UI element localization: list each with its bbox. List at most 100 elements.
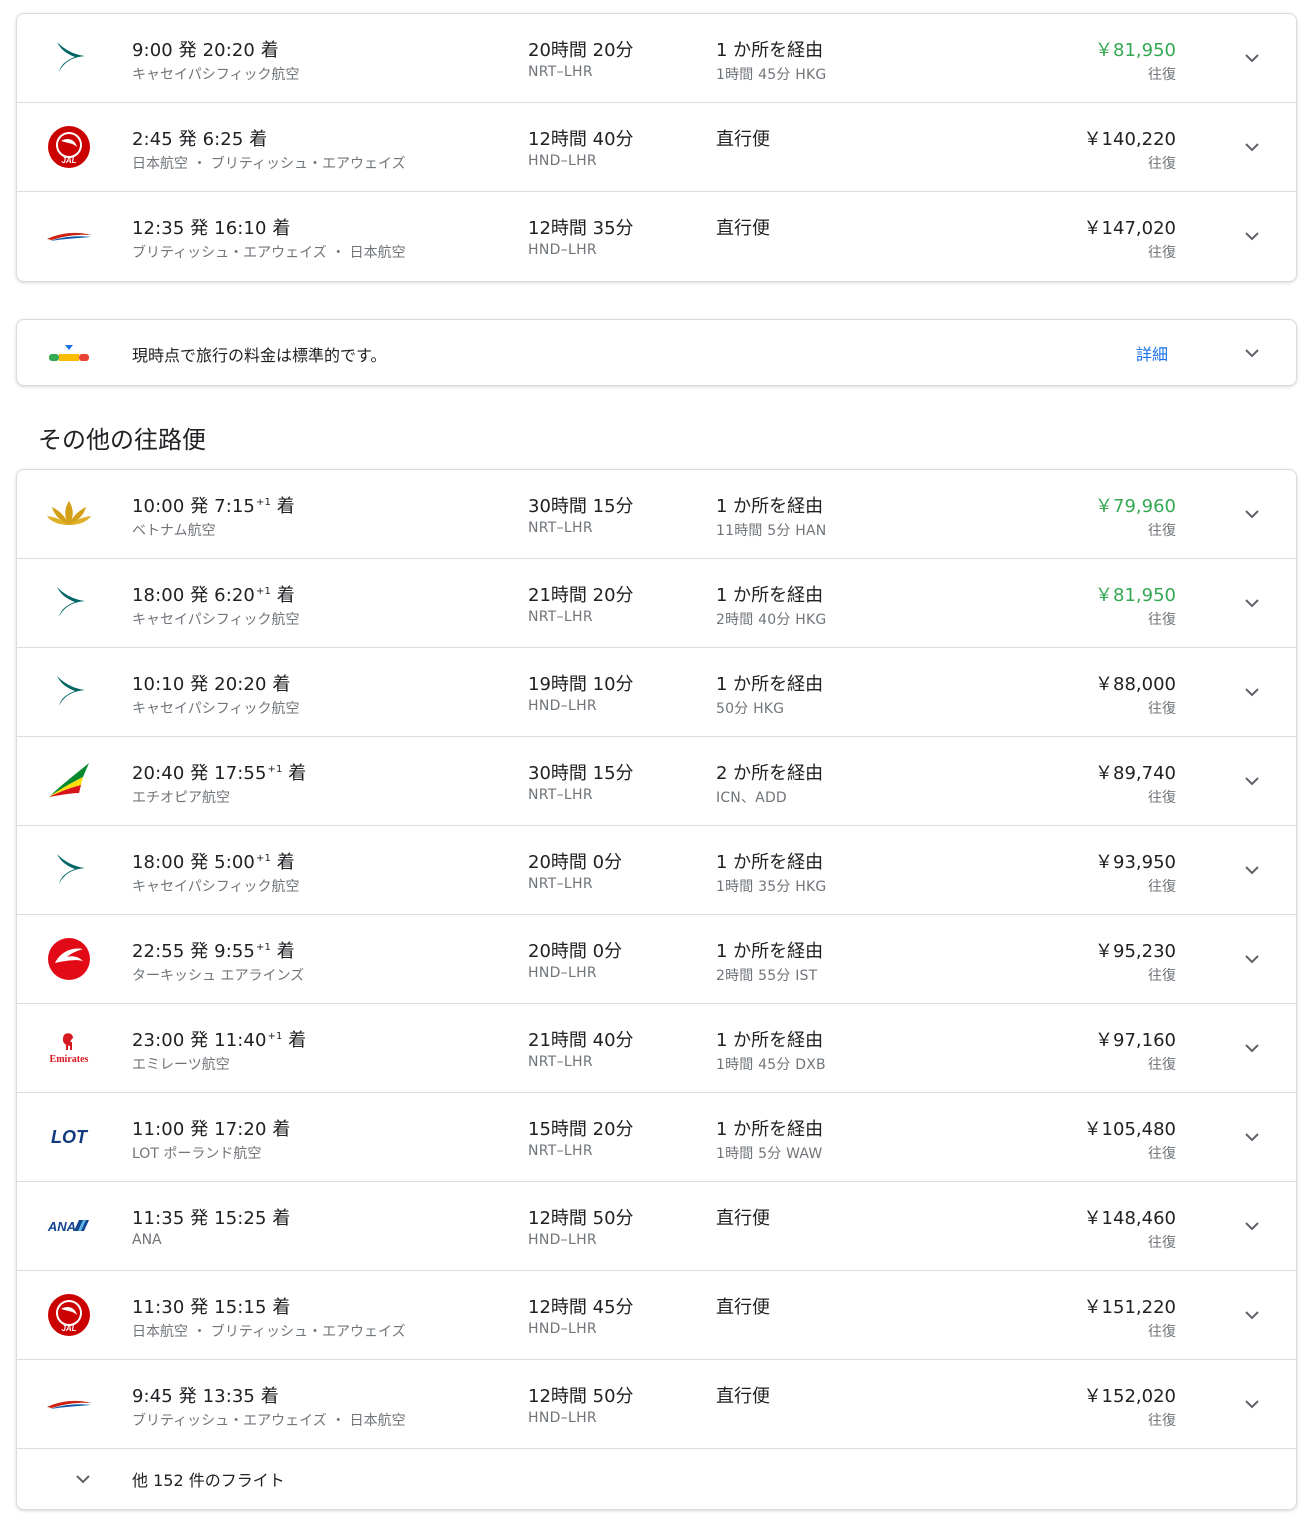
flight-times: 9:00 発 20:20 着 bbox=[132, 36, 279, 62]
next-day-indicator: +1 bbox=[255, 853, 271, 864]
departure-suffix: 発 bbox=[190, 674, 209, 695]
flight-route: NRT–LHR bbox=[528, 876, 593, 892]
flight-row[interactable]: 22:55 発 9:55+1 着ターキッシュ エアラインズ 20時間 0分 HND–… bbox=[17, 915, 1296, 1004]
flight-duration: 20時間 0分 bbox=[528, 941, 623, 962]
trip-type: 往復 bbox=[1148, 790, 1176, 806]
flight-row[interactable]: 12:35 発 16:10 着ブリティッシュ・エアウェイズ ・ 日本航空 12時間… bbox=[17, 192, 1296, 281]
departure-time: 23:00 bbox=[132, 1030, 185, 1051]
airline-name: LOT ポーランド航空 bbox=[132, 1146, 262, 1162]
arrival-suffix: 着 bbox=[276, 941, 295, 962]
flight-times: 9:45 発 13:35 着 bbox=[132, 1382, 279, 1408]
arrival-suffix: 着 bbox=[260, 1386, 279, 1407]
stops-count: 1 か所を経由 bbox=[716, 941, 824, 962]
arrival-time: 15:25 bbox=[214, 1208, 267, 1229]
chevron-down-icon[interactable] bbox=[1242, 682, 1262, 702]
flight-row[interactable]: Emirates 23:00 発 11:40+1 着エミレーツ航空 21時間 40分… bbox=[17, 1004, 1296, 1093]
airline-name: エミレーツ航空 bbox=[132, 1057, 230, 1073]
chevron-down-icon[interactable] bbox=[1242, 860, 1262, 880]
arrival-time: 7:15 bbox=[214, 496, 255, 517]
trip-type: 往復 bbox=[1148, 1146, 1176, 1162]
other-flights-heading: その他の往路便 bbox=[38, 426, 206, 454]
flight-row[interactable]: 10:10 発 20:20 着キャセイパシフィック航空 19時間 10分 HND–L… bbox=[17, 648, 1296, 737]
arrival-suffix: 着 bbox=[276, 585, 295, 606]
departure-time: 10:00 bbox=[132, 496, 185, 517]
layover-detail: 1時間 35分 HKG bbox=[716, 879, 827, 895]
departure-suffix: 発 bbox=[190, 1119, 209, 1140]
departure-suffix: 発 bbox=[190, 585, 209, 606]
chevron-down-icon[interactable] bbox=[1242, 771, 1262, 791]
ba-logo bbox=[45, 214, 93, 258]
flight-row[interactable]: ANA 11:35 発 15:25 着 ANA 12時間 50分 HND–LHR 直行便 ￥… bbox=[17, 1182, 1296, 1271]
flight-price: ￥88,000 bbox=[1095, 674, 1176, 695]
flight-price: ￥95,230 bbox=[1095, 941, 1176, 962]
departure-suffix: 発 bbox=[190, 941, 209, 962]
arrival-time: 20:20 bbox=[202, 40, 255, 61]
chevron-down-icon[interactable] bbox=[1242, 504, 1262, 524]
layover-detail: 2時間 55分 IST bbox=[716, 968, 818, 984]
flight-route: HND–LHR bbox=[528, 698, 597, 714]
flight-times: 11:35 発 15:25 着 bbox=[132, 1204, 290, 1230]
flight-duration: 20時間 0分 bbox=[528, 852, 623, 873]
layover-detail: 2時間 40分 HKG bbox=[716, 612, 827, 628]
flight-row[interactable]: LOT 11:00 発 17:20 着 LOT ポーランド航空 15時間 20分 NRT… bbox=[17, 1093, 1296, 1182]
chevron-down-icon[interactable] bbox=[1242, 343, 1262, 363]
price-insight-card[interactable]: 現時点で旅行の料金は標準的です。 詳細 bbox=[16, 319, 1297, 386]
departure-time: 11:00 bbox=[132, 1119, 185, 1140]
next-day-indicator: +1 bbox=[255, 586, 271, 597]
departure-time: 12:35 bbox=[132, 218, 185, 239]
ana-logo: ANA bbox=[45, 1204, 93, 1248]
arrival-time: 16:10 bbox=[214, 218, 267, 239]
flight-route: HND–LHR bbox=[528, 153, 597, 169]
flight-times: 11:00 発 17:20 着 bbox=[132, 1115, 290, 1141]
flight-row[interactable]: JAL 2:45 発 6:25 着日本航空 ・ ブリティッシュ・エアウェイズ 12時… bbox=[17, 103, 1296, 192]
flight-row[interactable]: 20:40 発 17:55+1 着エチオピア航空 30時間 15分 NRT–LHR 2… bbox=[17, 737, 1296, 826]
flight-row[interactable]: 18:00 発 6:20+1 着キャセイパシフィック航空 21時間 20分 NRT–… bbox=[17, 559, 1296, 648]
arrival-time: 15:15 bbox=[214, 1297, 267, 1318]
stops-count: 直行便 bbox=[716, 129, 770, 150]
price-level-icon bbox=[49, 345, 89, 361]
flight-price: ￥152,020 bbox=[1083, 1386, 1176, 1407]
flight-route: NRT–LHR bbox=[528, 64, 593, 80]
next-day-indicator: +1 bbox=[267, 764, 283, 775]
svg-text:Emirates: Emirates bbox=[50, 1054, 89, 1065]
trip-type: 往復 bbox=[1148, 701, 1176, 717]
airline-name: ブリティッシュ・エアウェイズ ・ 日本航空 bbox=[132, 245, 406, 261]
flight-times: 11:30 発 15:15 着 bbox=[132, 1293, 290, 1319]
chevron-down-icon[interactable] bbox=[1242, 1305, 1262, 1325]
chevron-down-icon[interactable] bbox=[1242, 48, 1262, 68]
lot-logo: LOT bbox=[45, 1115, 93, 1159]
next-day-indicator: +1 bbox=[255, 942, 271, 953]
stops-count: 直行便 bbox=[716, 1297, 770, 1318]
chevron-down-icon[interactable] bbox=[1242, 949, 1262, 969]
departure-time: 22:55 bbox=[132, 941, 185, 962]
flight-row[interactable]: 9:00 発 20:20 着キャセイパシフィック航空 20時間 20分 NRT–LH… bbox=[17, 14, 1296, 103]
chevron-down-icon[interactable] bbox=[1242, 593, 1262, 613]
details-link[interactable]: 詳細 bbox=[1136, 341, 1168, 365]
chevron-down-icon[interactable] bbox=[1242, 1038, 1262, 1058]
flight-row[interactable]: 10:00 発 7:15+1 着ベトナム航空 30時間 15分 NRT–LHR 1 か… bbox=[17, 470, 1296, 559]
airline-name: 日本航空 ・ ブリティッシュ・エアウェイズ bbox=[132, 156, 406, 172]
flight-duration: 30時間 15分 bbox=[528, 763, 634, 784]
chevron-down-icon[interactable] bbox=[1242, 226, 1262, 246]
chevron-down-icon[interactable] bbox=[1242, 1127, 1262, 1147]
more-flights-button[interactable]: 他 152 件のフライト bbox=[17, 1449, 1296, 1509]
flight-row[interactable]: JAL 11:30 発 15:15 着日本航空 ・ ブリティッシュ・エアウェイズ 1… bbox=[17, 1271, 1296, 1360]
flight-route: NRT–LHR bbox=[528, 609, 593, 625]
flight-times: 18:00 発 6:20+1 着 bbox=[132, 581, 295, 607]
flight-price: ￥105,480 bbox=[1083, 1119, 1176, 1140]
chevron-down-icon[interactable] bbox=[1242, 1216, 1262, 1236]
layover-detail: 11時間 5分 HAN bbox=[716, 523, 827, 539]
svg-text:ANA: ANA bbox=[47, 1219, 76, 1234]
flight-price: ￥148,460 bbox=[1083, 1208, 1176, 1229]
flight-row[interactable]: 18:00 発 5:00+1 着キャセイパシフィック航空 20時間 0分 NRT–L… bbox=[17, 826, 1296, 915]
departure-time: 2:45 bbox=[132, 129, 173, 150]
chevron-down-icon[interactable] bbox=[1242, 137, 1262, 157]
airline-name: キャセイパシフィック航空 bbox=[132, 701, 300, 717]
departure-time: 9:45 bbox=[132, 1386, 173, 1407]
price-insight-text: 現時点で旅行の料金は標準的です。 bbox=[132, 346, 387, 365]
chevron-down-icon[interactable] bbox=[1242, 1394, 1262, 1414]
flight-duration: 12時間 35分 bbox=[528, 218, 634, 239]
flight-row[interactable]: 9:45 発 13:35 着ブリティッシュ・エアウェイズ ・ 日本航空 12時間 … bbox=[17, 1360, 1296, 1449]
trip-type: 往復 bbox=[1148, 523, 1176, 539]
departure-suffix: 発 bbox=[190, 852, 209, 873]
